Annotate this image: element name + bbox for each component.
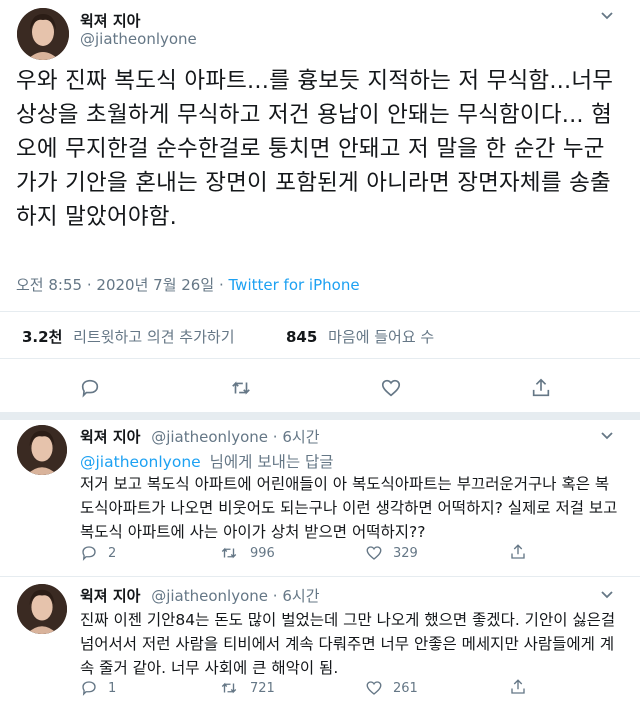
display-name[interactable]: 윅져 지아 (80, 587, 140, 605)
divider (0, 358, 640, 359)
reply-count: 2 (108, 546, 117, 561)
reply-header: 윅져 지아 @jiatheonlyone · 6시간 (80, 585, 320, 606)
reply-to-handle[interactable]: @jiatheonlyone (80, 453, 201, 471)
avatar[interactable] (17, 8, 69, 60)
share-button[interactable] (509, 678, 527, 700)
reply-to-suffix: 님에게 보내는 답글 (209, 453, 334, 471)
retweet-button[interactable] (220, 544, 238, 566)
section-separator (0, 412, 640, 420)
reply-text: 저거 보고 복도식 아파트에 어린애들이 아 복도식아파트는 부끄러운거구나 혹… (80, 475, 618, 541)
retweet-icon (232, 381, 250, 395)
chevron-down-icon[interactable] (600, 587, 614, 605)
avatar[interactable] (17, 425, 67, 475)
like-button[interactable] (365, 679, 383, 701)
like-count: 845 (286, 328, 318, 346)
share-button[interactable] (530, 377, 552, 403)
heart-icon (366, 546, 382, 560)
avatar-image (17, 425, 67, 475)
tweet-source-link[interactable]: Twitter for iPhone (229, 276, 360, 294)
user-handle[interactable]: @jiatheonlyone (151, 428, 268, 446)
share-icon (511, 544, 525, 559)
display-name[interactable]: 윅져 지아 (80, 428, 140, 446)
retweet-count: 3.2천 (22, 328, 63, 346)
reply-button[interactable] (79, 377, 101, 403)
share-button[interactable] (509, 543, 527, 565)
retweet-icon (221, 682, 237, 694)
share-icon (511, 679, 525, 694)
reply-icon (82, 546, 96, 561)
reply-time[interactable]: 6시간 (282, 587, 319, 605)
reply-count: 1 (108, 681, 117, 696)
share-icon (532, 378, 550, 397)
user-handle[interactable]: @jiatheonlyone (151, 587, 268, 605)
like-count: 329 (393, 546, 418, 561)
like-stat[interactable]: 845 마음에 들어요 수 (286, 326, 434, 347)
chevron-down-icon[interactable] (600, 428, 614, 446)
retweet-label: 리트윗하고 의견 추가하기 (73, 328, 235, 346)
reply-button[interactable] (80, 544, 98, 566)
like-button[interactable] (365, 544, 383, 566)
reply-text: 진짜 이젠 기안84는 돈도 많이 벌었는데 그만 나오게 했으면 좋겠다. 기… (80, 611, 616, 677)
user-handle[interactable]: @jiatheonlyone (80, 30, 197, 48)
retweet-count: 721 (250, 681, 275, 696)
chevron-down-icon[interactable] (600, 8, 614, 26)
avatar[interactable] (17, 584, 67, 634)
like-count: 261 (393, 681, 418, 696)
reply-icon (81, 379, 99, 398)
meta-separator: · (272, 587, 278, 605)
retweet-icon (221, 547, 237, 559)
tweet-meta: 오전 8:55 · 2020년 7월 26일 · Twitter for iPh… (16, 274, 360, 295)
meta-separator: · (272, 428, 278, 446)
avatar-image (17, 8, 69, 60)
tweet-date[interactable]: 2020년 7월 26일 (96, 276, 214, 294)
reply-to-line: @jiatheonlyone 님에게 보내는 답글 (80, 450, 334, 472)
reply-button[interactable] (80, 679, 98, 701)
tweet-time[interactable]: 오전 8:55 (16, 276, 82, 294)
divider (0, 311, 640, 312)
like-label: 마음에 들어요 수 (328, 328, 435, 346)
meta-separator: · (218, 276, 224, 294)
retweet-button[interactable] (220, 679, 238, 701)
like-button[interactable] (380, 377, 402, 403)
retweet-button[interactable] (230, 377, 252, 403)
reply-icon (82, 681, 96, 696)
heart-icon (366, 681, 382, 695)
reply-time[interactable]: 6시간 (282, 428, 319, 446)
divider (0, 576, 640, 577)
retweet-count: 996 (250, 546, 275, 561)
retweet-stat[interactable]: 3.2천 리트윗하고 의견 추가하기 (22, 326, 235, 347)
tweet-text: 우와 진짜 복도식 아파트...를 흉보듯 지적하는 저 무식함...너무 상상… (16, 68, 614, 230)
heart-icon (381, 379, 401, 397)
meta-separator: · (86, 276, 92, 294)
display-name[interactable]: 윅져 지아 (80, 10, 140, 31)
avatar-image (17, 584, 67, 634)
reply-header: 윅져 지아 @jiatheonlyone · 6시간 (80, 426, 320, 447)
